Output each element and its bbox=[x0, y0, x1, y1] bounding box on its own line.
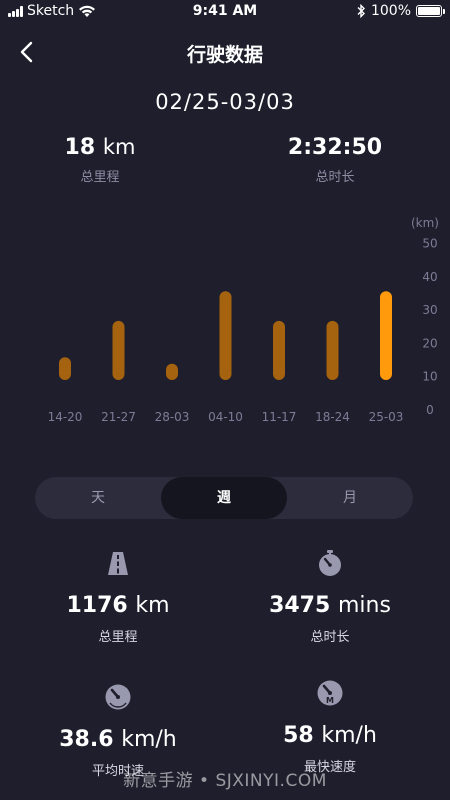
stat-average-speed-unit: km/h bbox=[121, 727, 177, 752]
x-tick-label: 21-27 bbox=[101, 410, 136, 424]
chart-bar-04-10[interactable] bbox=[219, 291, 232, 380]
x-tick-label: 18-24 bbox=[315, 410, 350, 424]
stat-total-distance-label: 总里程 bbox=[98, 630, 138, 645]
y-tick-label: 30 bbox=[422, 303, 437, 317]
page-title: 行驶数据 bbox=[186, 44, 263, 66]
y-tick-label: 20 bbox=[422, 336, 437, 350]
chart-bar-18-24[interactable] bbox=[326, 320, 339, 380]
stat-total-time-label: 总时长 bbox=[310, 630, 350, 645]
x-tick-label: 25-03 bbox=[369, 410, 404, 424]
status-right: 100% bbox=[357, 3, 445, 19]
bar-chart: 14-20 21-27 28-03 04-10 11-17 18-24 25-03 0 10 2… bbox=[48, 216, 439, 424]
chart-bar-14-20[interactable] bbox=[59, 357, 71, 380]
watermark: 新意手游 • SJXINYI.COM bbox=[123, 771, 327, 791]
stat-total-time: 3475 mins 总时长 bbox=[230, 549, 430, 645]
battery-percent: 100% bbox=[370, 3, 411, 19]
stat-total-time-value: 3475 bbox=[269, 593, 331, 618]
stat-total-time-value-row: 3475 mins bbox=[230, 593, 430, 618]
max-speed-icon: M bbox=[317, 680, 343, 706]
weekly-distance-chart: 14-20 21-27 28-03 04-10 11-17 18-24 25-03 0 10 2… bbox=[0, 140, 450, 440]
chart-bar-28-03[interactable] bbox=[166, 363, 178, 380]
y-tick-label: 40 bbox=[422, 270, 437, 284]
battery-icon bbox=[416, 5, 445, 17]
period-selector: 天 週 月 bbox=[35, 477, 413, 519]
y-axis-unit: (km) bbox=[411, 216, 439, 230]
navigation-bar: 行驶数据 bbox=[0, 30, 450, 74]
stat-total-distance-unit: km bbox=[135, 593, 170, 618]
status-bar: Sketch 9:41 AM 100% bbox=[0, 0, 450, 24]
y-tick-label: 0 bbox=[426, 403, 434, 417]
tab-month[interactable]: 月 bbox=[287, 477, 413, 519]
x-tick-label: 28-03 bbox=[155, 410, 190, 424]
tab-week[interactable]: 週 bbox=[161, 477, 287, 519]
y-tick-label: 10 bbox=[422, 370, 437, 384]
chart-bar-11-17[interactable] bbox=[273, 320, 285, 380]
stopwatch-icon bbox=[319, 550, 341, 576]
chart-bar-21-27[interactable] bbox=[112, 320, 125, 380]
x-tick-label: 11-17 bbox=[262, 410, 297, 424]
stat-max-speed-value: 58 bbox=[283, 723, 314, 748]
tab-day[interactable]: 天 bbox=[35, 477, 161, 519]
x-tick-label: 04-10 bbox=[208, 410, 243, 424]
stat-max-speed: M 58 km/h 最快速度 bbox=[230, 679, 430, 775]
date-range[interactable]: 02/25-03/03 bbox=[0, 90, 450, 114]
stat-total-distance: 1176 km 总里程 bbox=[18, 549, 218, 645]
bluetooth-icon bbox=[357, 4, 365, 18]
stat-average-speed: 38.6 km/h 平均时速 bbox=[18, 683, 218, 779]
stat-average-speed-value-row: 38.6 km/h bbox=[18, 727, 218, 752]
stat-max-speed-value-row: 58 km/h bbox=[230, 723, 430, 748]
y-tick-label: 50 bbox=[422, 237, 437, 251]
x-tick-label: 14-20 bbox=[48, 410, 83, 424]
road-icon bbox=[108, 552, 128, 575]
stat-total-distance-value: 1176 bbox=[66, 593, 128, 618]
stat-total-distance-value-row: 1176 km bbox=[18, 593, 218, 618]
chart-bar-25-03[interactable] bbox=[380, 291, 392, 380]
stat-total-time-unit: mins bbox=[337, 593, 391, 618]
stat-max-speed-unit: km/h bbox=[321, 723, 377, 748]
speedometer-icon bbox=[105, 684, 131, 710]
svg-text:M: M bbox=[326, 696, 334, 705]
stat-average-speed-value: 38.6 bbox=[59, 727, 114, 752]
